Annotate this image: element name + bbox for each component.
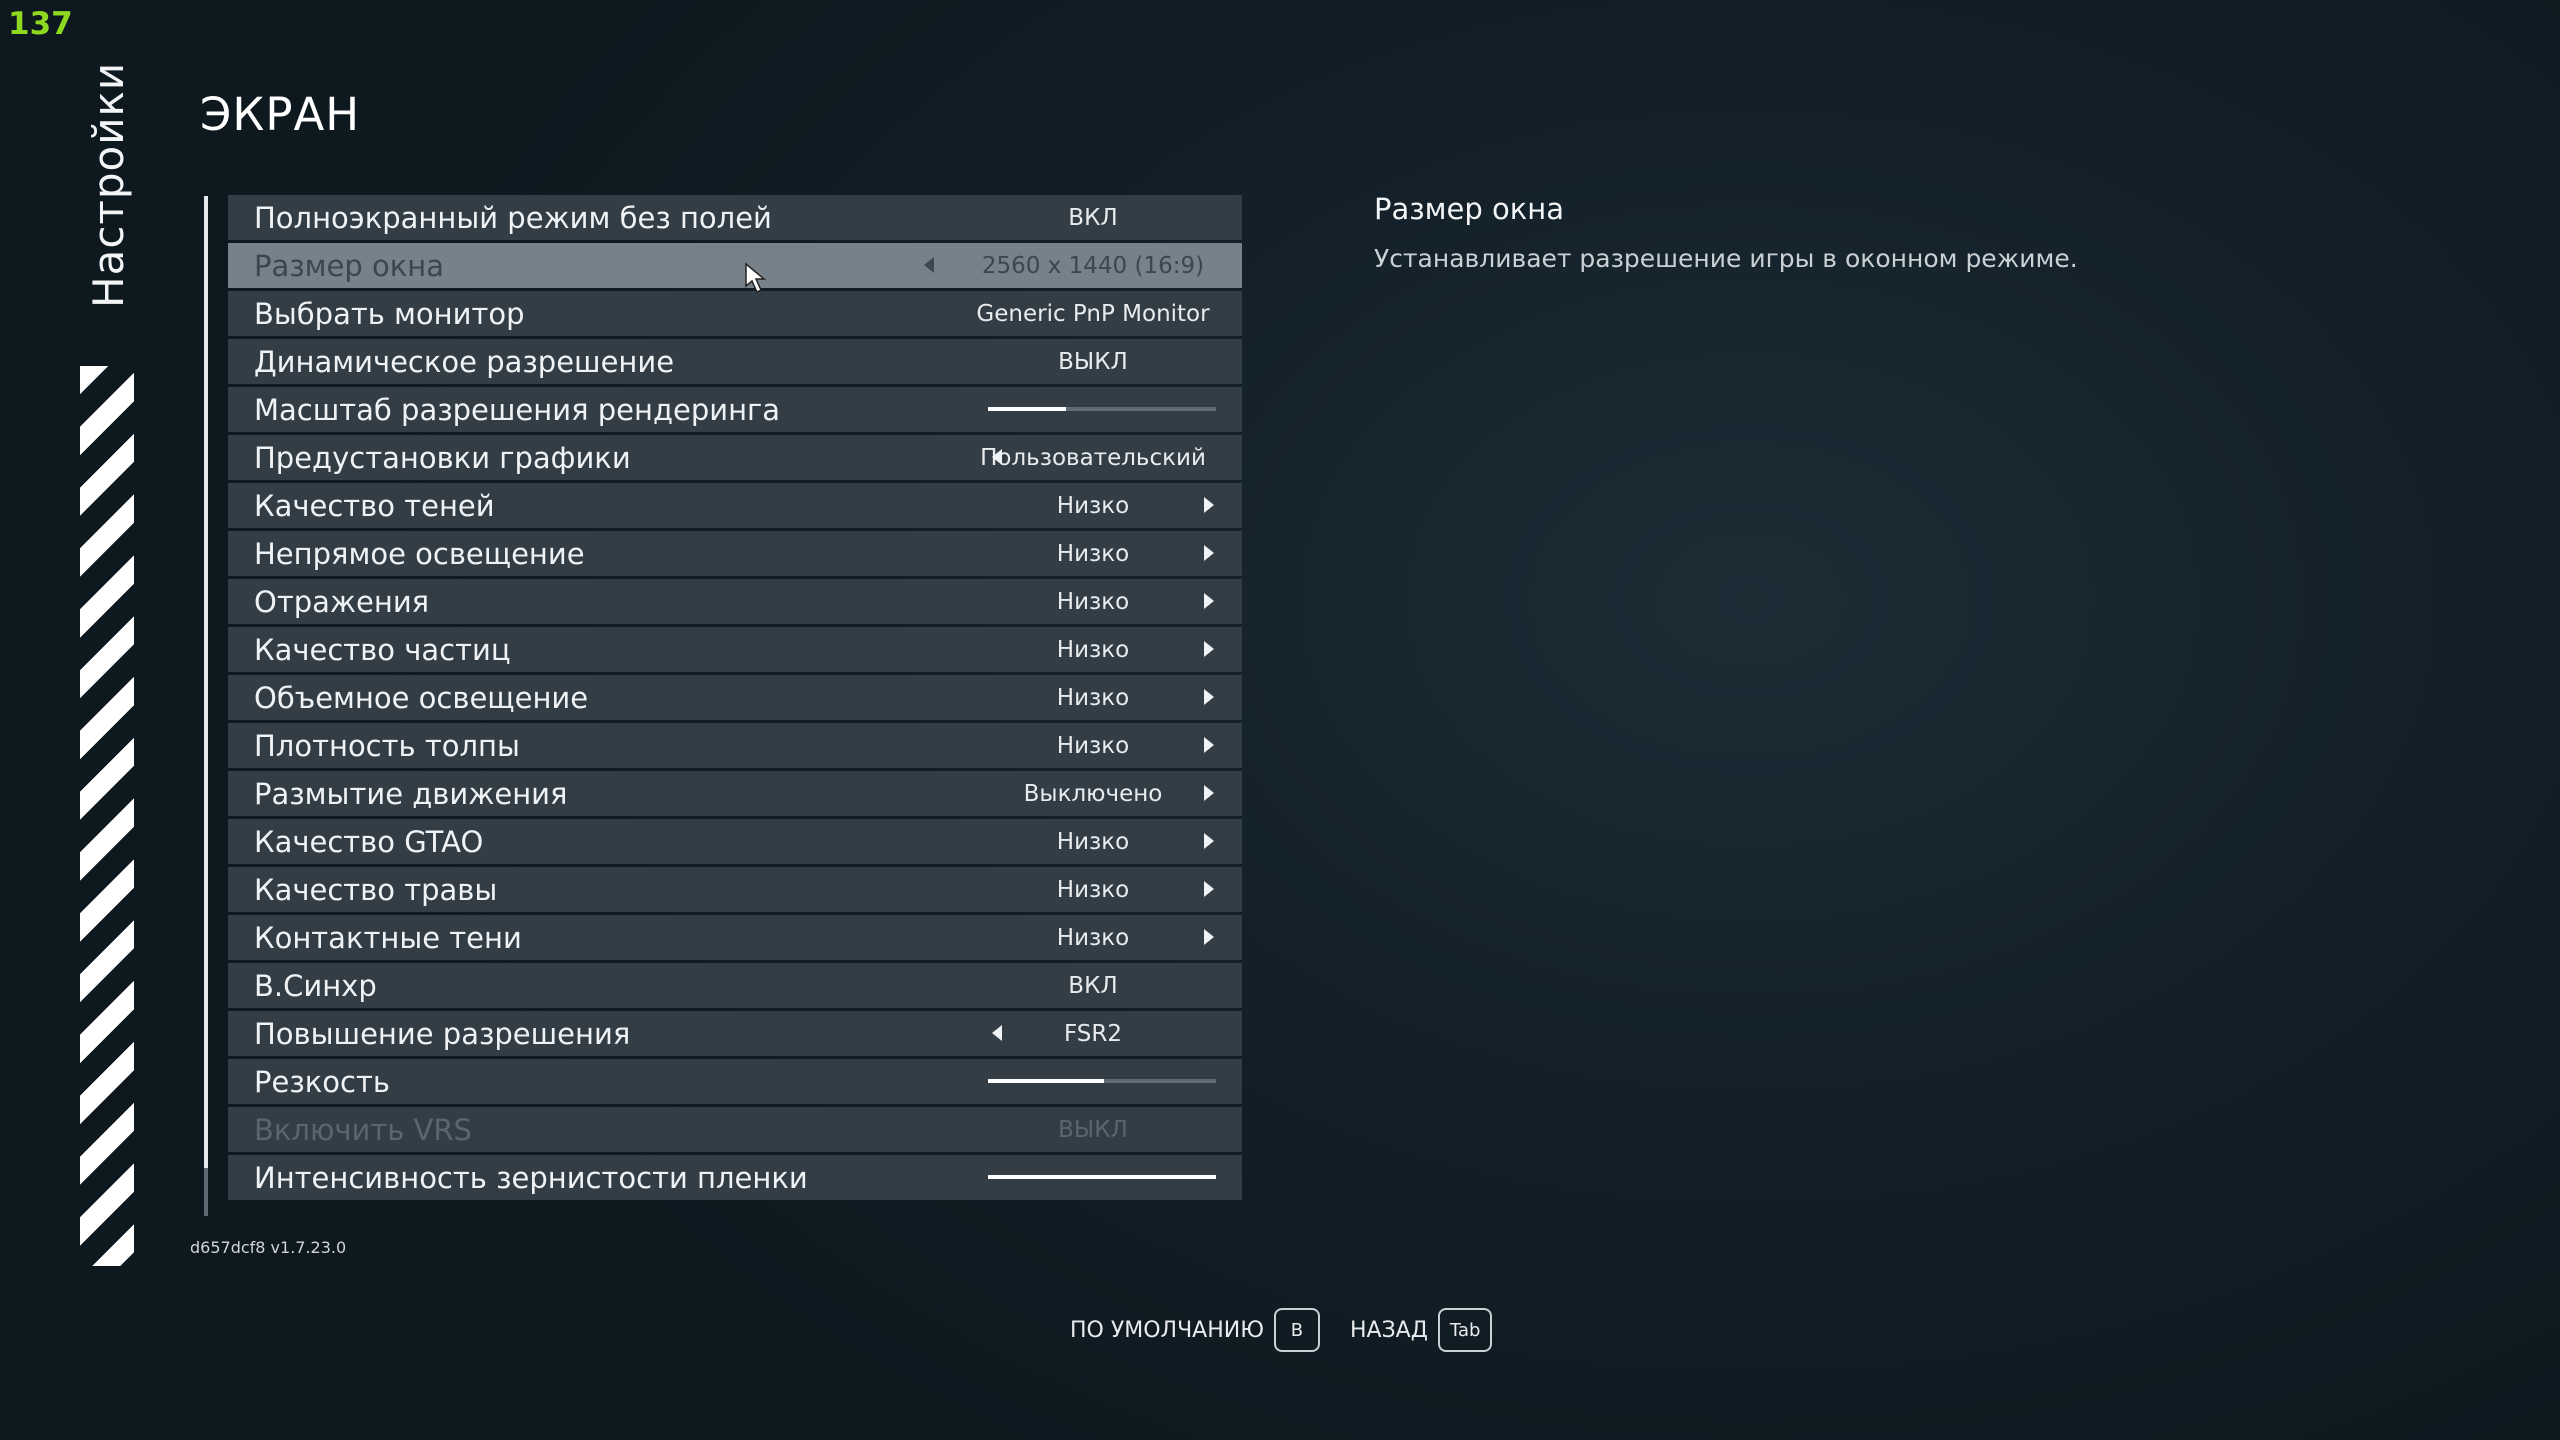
arrow-right-icon[interactable]: [1204, 545, 1214, 561]
page-title: ЭКРАН: [200, 88, 361, 141]
arrow-left-icon[interactable]: [992, 1025, 1002, 1041]
scroll-indicator[interactable]: [204, 196, 208, 1216]
setting-slider[interactable]: [988, 407, 1216, 411]
slider-fill: [988, 1175, 1216, 1179]
setting-row[interactable]: Интенсивность зернистости пленки: [228, 1155, 1242, 1200]
setting-row[interactable]: Качество теней Низко: [228, 483, 1242, 528]
setting-row[interactable]: Отражения Низко: [228, 579, 1242, 624]
description-title: Размер окна: [1374, 192, 1565, 226]
setting-row[interactable]: Плотность толпы Низко: [228, 723, 1242, 768]
setting-label: Полноэкранный режим без полей: [254, 200, 772, 235]
setting-label: Резкость: [254, 1064, 390, 1099]
mouse-cursor-icon: [745, 262, 767, 294]
footer-controls: ПО УМОЛЧАНИЮ B НАЗАД Tab: [1070, 1308, 1522, 1352]
setting-row[interactable]: Качество частиц Низко: [228, 627, 1242, 672]
setting-label: В.Синхр: [254, 968, 377, 1003]
setting-label: Предустановки графики: [254, 440, 631, 475]
setting-label: Качество травы: [254, 872, 498, 907]
setting-label: Непрямое освещение: [254, 536, 585, 571]
setting-value: Выключено: [1023, 780, 1163, 807]
setting-row[interactable]: Качество GTAO Низко: [228, 819, 1242, 864]
setting-row[interactable]: Полноэкранный режим без полей ВКЛ: [228, 195, 1242, 240]
arrow-right-icon[interactable]: [1204, 497, 1214, 513]
decorative-stripes: [80, 366, 134, 1266]
setting-label: Размер окна: [254, 248, 445, 283]
setting-label: Повышение разрешения: [254, 1016, 631, 1051]
setting-row[interactable]: Контактные тени Низко: [228, 915, 1242, 960]
arrow-right-icon[interactable]: [1204, 689, 1214, 705]
setting-value: ВКЛ: [1068, 972, 1118, 999]
setting-row[interactable]: Выбрать монитор Generic PnP Monitor: [228, 291, 1242, 336]
slider-fill: [988, 1079, 1105, 1083]
slider-fill: [988, 407, 1066, 411]
arrow-right-icon[interactable]: [1204, 929, 1214, 945]
setting-row[interactable]: Объемное освещение Низко: [228, 675, 1242, 720]
setting-label: Качество GTAO: [254, 824, 484, 859]
arrow-right-icon[interactable]: [1204, 737, 1214, 753]
setting-row[interactable]: Предустановки графики Пользовательский: [228, 435, 1242, 480]
setting-label: Отражения: [254, 584, 430, 619]
setting-label: Включить VRS: [254, 1112, 472, 1147]
setting-value: Низко: [1056, 684, 1130, 711]
setting-row[interactable]: Повышение разрешения FSR2: [228, 1011, 1242, 1056]
description-text: Устанавливает разрешение игры в оконном …: [1374, 244, 2078, 273]
setting-row[interactable]: Размытие движения Выключено: [228, 771, 1242, 816]
setting-value: Низко: [1056, 732, 1130, 759]
setting-label: Качество частиц: [254, 632, 511, 667]
setting-value: Низко: [1056, 828, 1130, 855]
setting-label: Плотность толпы: [254, 728, 520, 763]
setting-value: Низко: [1056, 876, 1130, 903]
back-label[interactable]: НАЗАД: [1350, 1318, 1428, 1343]
setting-row[interactable]: Динамическое разрешение ВЫКЛ: [228, 339, 1242, 384]
setting-slider[interactable]: [988, 1079, 1216, 1083]
setting-row[interactable]: Непрямое освещение Низко: [228, 531, 1242, 576]
setting-row: Включить VRS ВЫКЛ: [228, 1107, 1242, 1152]
side-title: Настройки: [84, 61, 133, 308]
settings-list: Полноэкранный режим без полей ВКЛ Размер о…: [228, 195, 1242, 1203]
arrow-right-icon[interactable]: [1204, 641, 1214, 657]
fps-counter: 137: [8, 6, 73, 42]
default-key-button[interactable]: B: [1273, 1308, 1320, 1352]
arrow-right-icon[interactable]: [1204, 593, 1214, 609]
setting-value: 2560 x 1440 (16:9): [981, 252, 1205, 279]
setting-row[interactable]: Размер окна 2560 x 1440 (16:9): [228, 243, 1242, 288]
setting-label: Динамическое разрешение: [254, 344, 675, 379]
setting-label: Объемное освещение: [254, 680, 589, 715]
setting-value: ВЫКЛ: [1058, 348, 1128, 375]
setting-row[interactable]: Масштаб разрешения рендеринга: [228, 387, 1242, 432]
setting-label: Качество теней: [254, 488, 495, 523]
version-label: d657dcf8 v1.7.23.0: [190, 1238, 347, 1257]
setting-value: Низко: [1056, 924, 1130, 951]
setting-label: Масштаб разрешения рендеринга: [254, 392, 781, 427]
arrow-right-icon[interactable]: [1204, 785, 1214, 801]
back-key-button[interactable]: Tab: [1437, 1308, 1493, 1352]
setting-slider[interactable]: [988, 1175, 1216, 1179]
arrow-left-icon[interactable]: [992, 449, 1002, 465]
setting-value: ВЫКЛ: [1058, 1116, 1128, 1143]
setting-value: Низко: [1056, 540, 1130, 567]
setting-value: Generic PnP Monitor: [976, 300, 1210, 327]
setting-value: Низко: [1056, 588, 1130, 615]
setting-value: ВКЛ: [1068, 204, 1118, 231]
setting-label: Размытие движения: [254, 776, 568, 811]
setting-label: Контактные тени: [254, 920, 522, 955]
setting-row[interactable]: В.Синхр ВКЛ: [228, 963, 1242, 1008]
setting-row[interactable]: Качество травы Низко: [228, 867, 1242, 912]
arrow-right-icon[interactable]: [1204, 881, 1214, 897]
default-label[interactable]: ПО УМОЛЧАНИЮ: [1070, 1318, 1264, 1343]
setting-value: Низко: [1056, 492, 1130, 519]
arrow-left-icon[interactable]: [924, 257, 934, 273]
arrow-right-icon[interactable]: [1204, 833, 1214, 849]
setting-label: Интенсивность зернистости пленки: [254, 1160, 808, 1195]
setting-row[interactable]: Резкость: [228, 1059, 1242, 1104]
setting-label: Выбрать монитор: [254, 296, 525, 331]
setting-value: Низко: [1056, 636, 1130, 663]
